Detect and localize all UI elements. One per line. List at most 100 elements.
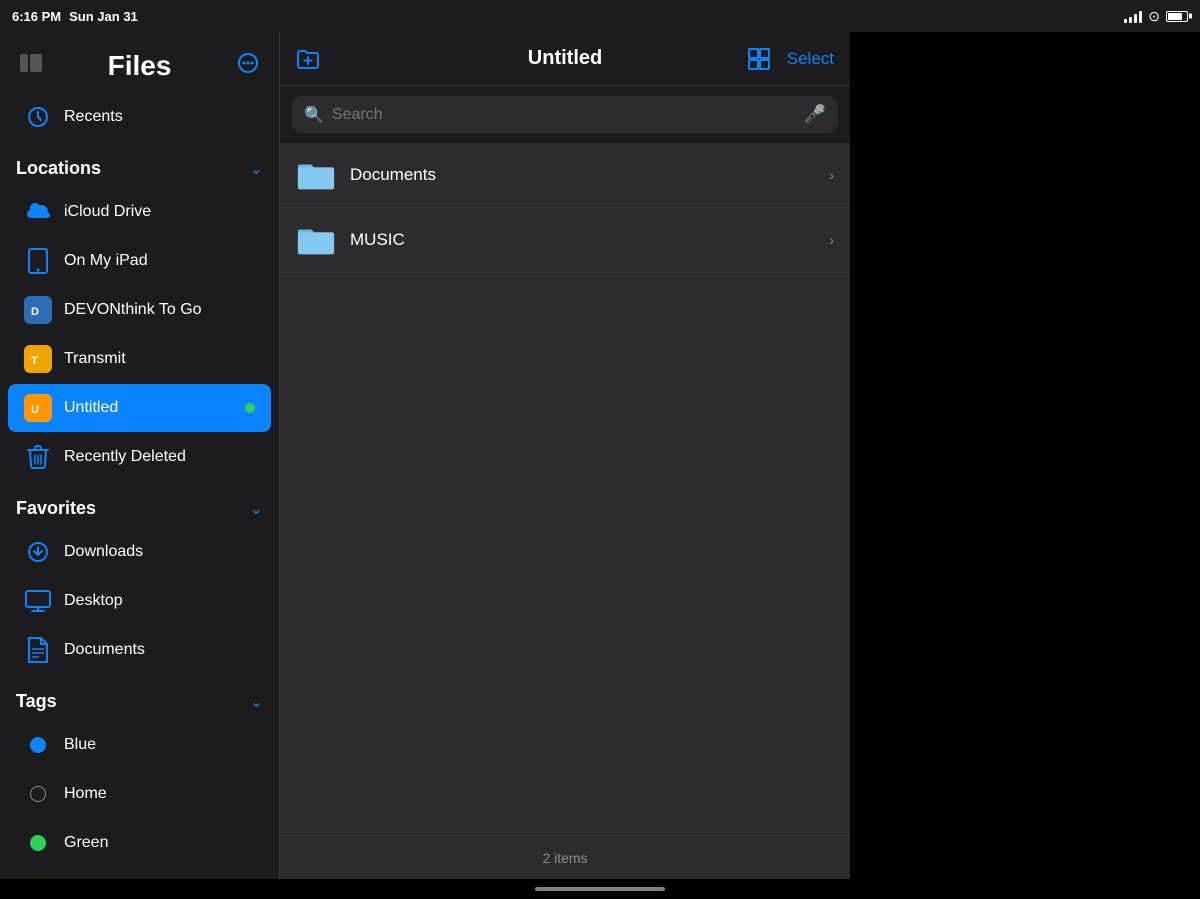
home-tag-icon <box>24 780 52 808</box>
wifi-icon: ⊙ <box>1148 8 1160 25</box>
sidebar-item-recents[interactable]: Recents <box>8 93 271 141</box>
left-panel: Untitled Select <box>280 32 850 879</box>
svg-text:U: U <box>31 404 39 416</box>
sidebar-item-tag-blue[interactable]: Blue <box>8 721 271 769</box>
status-bar-right: ⊙ <box>1124 8 1188 25</box>
file-list: Documents › MUSIC › <box>280 143 850 835</box>
music-chevron: › <box>829 232 834 248</box>
new-folder-button[interactable] <box>296 47 320 71</box>
favorites-chevron[interactable]: ⌄ <box>250 499 263 519</box>
downloads-icon <box>24 538 52 566</box>
devonthink-label: DEVONthink To Go <box>64 301 202 319</box>
signal-bar-2 <box>1129 17 1132 23</box>
trash-icon <box>24 443 52 471</box>
recents-icon <box>24 103 52 131</box>
locations-chevron[interactable]: ⌄ <box>250 159 263 179</box>
header-actions: Select <box>747 47 834 71</box>
file-name-music: MUSIC <box>350 230 405 249</box>
search-icon: 🔍 <box>304 105 324 125</box>
tags-section-header: Tags ⌄ <box>0 675 279 720</box>
file-info-music: MUSIC <box>350 230 815 250</box>
file-info-documents: Documents <box>350 165 815 185</box>
sidebar-item-icloud[interactable]: iCloud Drive <box>8 188 271 236</box>
sidebar: Files Recents <box>0 32 280 879</box>
mic-icon[interactable]: 🎤 <box>804 104 826 125</box>
app-container: Files Recents <box>0 32 1200 879</box>
devonthink-icon: D <box>24 296 52 324</box>
signal-bars <box>1124 9 1142 23</box>
documents-fav-icon <box>24 636 52 664</box>
icloud-label: iCloud Drive <box>64 203 151 221</box>
sidebar-item-documents[interactable]: Documents <box>8 626 271 674</box>
green-tag-icon <box>24 829 52 857</box>
sidebar-item-tag-important[interactable]: Important <box>8 868 271 879</box>
search-input[interactable] <box>332 106 796 124</box>
time: 6:16 PM <box>12 9 61 24</box>
sidebar-item-recently-deleted[interactable]: Recently Deleted <box>8 433 271 481</box>
more-options-button[interactable] <box>233 48 263 84</box>
sidebar-scroll: Recents Locations ⌄ iCloud Drive <box>0 92 279 879</box>
locations-title: Locations <box>16 158 101 179</box>
signal-bar-1 <box>1124 19 1127 23</box>
folder-icon-music <box>296 220 336 260</box>
files-title: Files <box>108 50 172 82</box>
sidebar-item-downloads[interactable]: Downloads <box>8 528 271 576</box>
transmit-label: Transmit <box>64 350 126 368</box>
recents-label: Recents <box>64 108 123 126</box>
sidebar-item-devonthink[interactable]: D DEVONthink To Go <box>8 286 271 334</box>
blue-tag-icon <box>24 731 52 759</box>
favorites-title: Favorites <box>16 498 96 519</box>
select-button[interactable]: Select <box>787 49 834 69</box>
documents-chevron: › <box>829 167 834 183</box>
home-indicator <box>0 879 1200 899</box>
content-area: Untitled Select <box>280 32 1200 879</box>
signal-bar-4 <box>1139 11 1142 23</box>
file-item-documents[interactable]: Documents › <box>280 143 850 208</box>
favorites-section-header: Favorites ⌄ <box>0 482 279 527</box>
battery-icon <box>1166 11 1188 22</box>
search-container: 🔍 🎤 <box>280 86 850 143</box>
signal-bar-3 <box>1134 14 1137 23</box>
sidebar-toggle-button[interactable] <box>16 50 46 82</box>
date: Sun Jan 31 <box>69 9 138 24</box>
content-title: Untitled <box>528 47 602 70</box>
sidebar-item-transmit[interactable]: T Transmit <box>8 335 271 383</box>
untitled-label: Untitled <box>64 399 118 417</box>
sidebar-item-tag-green[interactable]: Green <box>8 819 271 867</box>
battery-fill <box>1168 13 1182 20</box>
sidebar-item-tag-home[interactable]: Home <box>8 770 271 818</box>
items-count-bar: 2 items <box>280 835 850 879</box>
tags-chevron[interactable]: ⌄ <box>250 692 263 712</box>
sidebar-item-untitled[interactable]: U Untitled <box>8 384 271 432</box>
status-bar: 6:16 PM Sun Jan 31 ⊙ <box>0 0 1200 32</box>
untitled-icon: U <box>24 394 52 422</box>
folder-icon-documents <box>296 155 336 195</box>
icloud-icon <box>24 198 52 226</box>
file-item-music[interactable]: MUSIC › <box>280 208 850 273</box>
items-count: 2 items <box>542 850 587 866</box>
blue-tag-label: Blue <box>64 736 96 754</box>
search-bar: 🔍 🎤 <box>292 96 838 133</box>
svg-text:D: D <box>31 306 39 318</box>
green-tag-label: Green <box>64 834 108 852</box>
documents-fav-label: Documents <box>64 641 145 659</box>
ipad-icon <box>24 247 52 275</box>
desktop-label: Desktop <box>64 592 123 610</box>
svg-text:T: T <box>31 355 38 367</box>
sidebar-item-ipad[interactable]: On My iPad <box>8 237 271 285</box>
sidebar-header: Files <box>0 32 279 92</box>
home-tag-label: Home <box>64 785 107 803</box>
ipad-label: On My iPad <box>64 252 148 270</box>
transmit-icon: T <box>24 345 52 373</box>
right-panel <box>850 32 1200 879</box>
locations-section-header: Locations ⌄ <box>0 142 279 187</box>
status-bar-left: 6:16 PM Sun Jan 31 <box>12 9 138 24</box>
tags-title: Tags <box>16 691 57 712</box>
home-indicator-bar <box>535 887 665 891</box>
desktop-icon <box>24 587 52 615</box>
recently-deleted-label: Recently Deleted <box>64 448 186 466</box>
sidebar-item-desktop[interactable]: Desktop <box>8 577 271 625</box>
active-badge <box>245 403 255 413</box>
grid-view-button[interactable] <box>747 47 771 71</box>
file-name-documents: Documents <box>350 165 436 184</box>
